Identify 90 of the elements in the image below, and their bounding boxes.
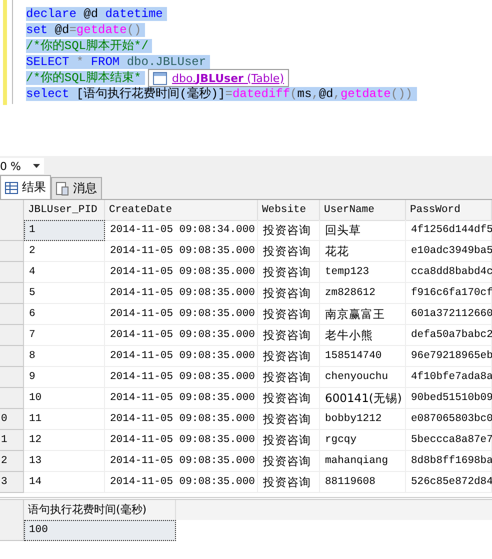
table-cell: 10 <box>24 388 105 409</box>
table-cell: 投资咨询 <box>258 472 320 493</box>
table-cell: 2014-11-05 09:08:35.000 <box>105 346 258 367</box>
table-cell: 96e79218965eb <box>406 346 492 367</box>
row-header[interactable] <box>0 325 24 346</box>
table-cell: 88119608 <box>320 472 406 493</box>
column-header[interactable]: CreateDate <box>105 200 258 221</box>
table-cell: 11 <box>24 409 105 430</box>
column-header[interactable]: Website <box>258 200 320 221</box>
table-cell: e087065803bc0 <box>406 409 492 430</box>
table-cell: 2014-11-05 09:08:35.000 <box>105 241 258 262</box>
table-cell: 158514740 <box>320 346 406 367</box>
table-cell: 投资咨询 <box>258 346 320 367</box>
table-cell: 5 <box>24 283 105 304</box>
row-header[interactable] <box>0 262 24 283</box>
table-cell: e10adc3949ba5 <box>406 241 492 262</box>
table-cell: 13 <box>24 451 105 472</box>
table-cell: 2014-11-05 09:08:34.000 <box>105 220 258 241</box>
table-cell: 2 <box>24 241 105 262</box>
table-cell: 投资咨询 <box>258 451 320 472</box>
table-cell: 2014-11-05 09:08:35.000 <box>105 472 258 493</box>
table-cell: 2014-11-05 09:08:35.000 <box>105 409 258 430</box>
table-cell: bobby1212 <box>320 409 406 430</box>
row-header[interactable] <box>0 388 24 409</box>
table-cell: 老牛小熊 <box>320 325 406 346</box>
row-header[interactable]: 2 <box>0 451 24 472</box>
row-header[interactable]: 1 <box>0 430 24 451</box>
table-cell: 投资咨询 <box>258 283 320 304</box>
table-cell: 7 <box>24 325 105 346</box>
table-cell: 4 <box>24 262 105 283</box>
row-header[interactable] <box>0 346 24 367</box>
table-cell: defa50a7babc2 <box>406 325 492 346</box>
table-cell: 2014-11-05 09:08:35.000 <box>105 388 258 409</box>
table-cell: f916c6fa170cf <box>406 283 492 304</box>
document-icon <box>56 182 69 196</box>
table-cell: 花花 <box>320 241 406 262</box>
table-cell: 100 <box>24 520 176 541</box>
row-header[interactable] <box>0 367 24 388</box>
table-cell: 600141(无锡) <box>320 388 406 409</box>
table-cell: mahanqiang <box>320 451 406 472</box>
table-cell: 投资咨询 <box>258 241 320 262</box>
table-cell: cca8dd8babd4c <box>406 262 492 283</box>
table-cell: 12 <box>24 430 105 451</box>
table-cell: 1 <box>24 220 105 241</box>
table-cell: rgcqy <box>320 430 406 451</box>
table-cell: 9 <box>24 367 105 388</box>
table-cell: 2014-11-05 09:08:35.000 <box>105 430 258 451</box>
table-cell: 526c85e872d84 <box>406 472 492 493</box>
table-cell: temp123 <box>320 262 406 283</box>
table-cell: 6 <box>24 304 105 325</box>
table-cell: 南京赢富王 <box>320 304 406 325</box>
table-cell: 2014-11-05 09:08:35.000 <box>105 283 258 304</box>
table-cell: zm828612 <box>320 283 406 304</box>
table-cell: 8 <box>24 346 105 367</box>
table-cell: 投资咨询 <box>258 325 320 346</box>
table-cell: 2014-11-05 09:08:35.000 <box>105 304 258 325</box>
results-tab[interactable]: 消息 <box>51 177 102 199</box>
row-header[interactable]: 0 <box>0 409 24 430</box>
table-cell: chenyouchu <box>320 367 406 388</box>
row-header[interactable] <box>0 283 24 304</box>
table-cell: 投资咨询 <box>258 220 320 241</box>
row-header[interactable]: 3 <box>0 472 24 493</box>
grid-icon <box>5 182 18 194</box>
table-cell: 2014-11-05 09:08:35.000 <box>105 262 258 283</box>
table-icon <box>153 72 167 84</box>
table-cell: 回头草 <box>320 220 406 241</box>
row-header[interactable] <box>0 304 24 325</box>
row-header[interactable] <box>0 520 24 541</box>
table-cell: 2014-11-05 09:08:35.000 <box>105 367 258 388</box>
table-cell: 投资咨询 <box>258 388 320 409</box>
column-header[interactable]: PassWord <box>406 200 492 221</box>
table-cell: 投资咨询 <box>258 367 320 388</box>
caret-icon <box>33 164 40 168</box>
table-cell: 投资咨询 <box>258 430 320 451</box>
table-cell: 投资咨询 <box>258 304 320 325</box>
table-cell: 4f1256d144df5 <box>406 220 492 241</box>
table-cell: 投资咨询 <box>258 409 320 430</box>
row-header[interactable] <box>0 220 24 241</box>
results-tab[interactable]: 结果 <box>0 175 51 199</box>
zoom-dropdown[interactable]: 0 % <box>0 158 44 174</box>
table-cell: 2014-11-05 09:08:35.000 <box>105 451 258 472</box>
table-cell: 5beccca8a87e7 <box>406 430 492 451</box>
table-cell: 投资咨询 <box>258 262 320 283</box>
table-cell: 90bed51510b09 <box>406 388 492 409</box>
table-cell: 14 <box>24 472 105 493</box>
column-header[interactable]: UserName <box>320 200 406 221</box>
table-cell: 601a372112660 <box>406 304 492 325</box>
table-cell: 2014-11-05 09:08:35.000 <box>105 325 258 346</box>
row-header[interactable] <box>0 241 24 262</box>
table-link[interactable]: dbo.JBLUser (Table) <box>172 72 284 84</box>
